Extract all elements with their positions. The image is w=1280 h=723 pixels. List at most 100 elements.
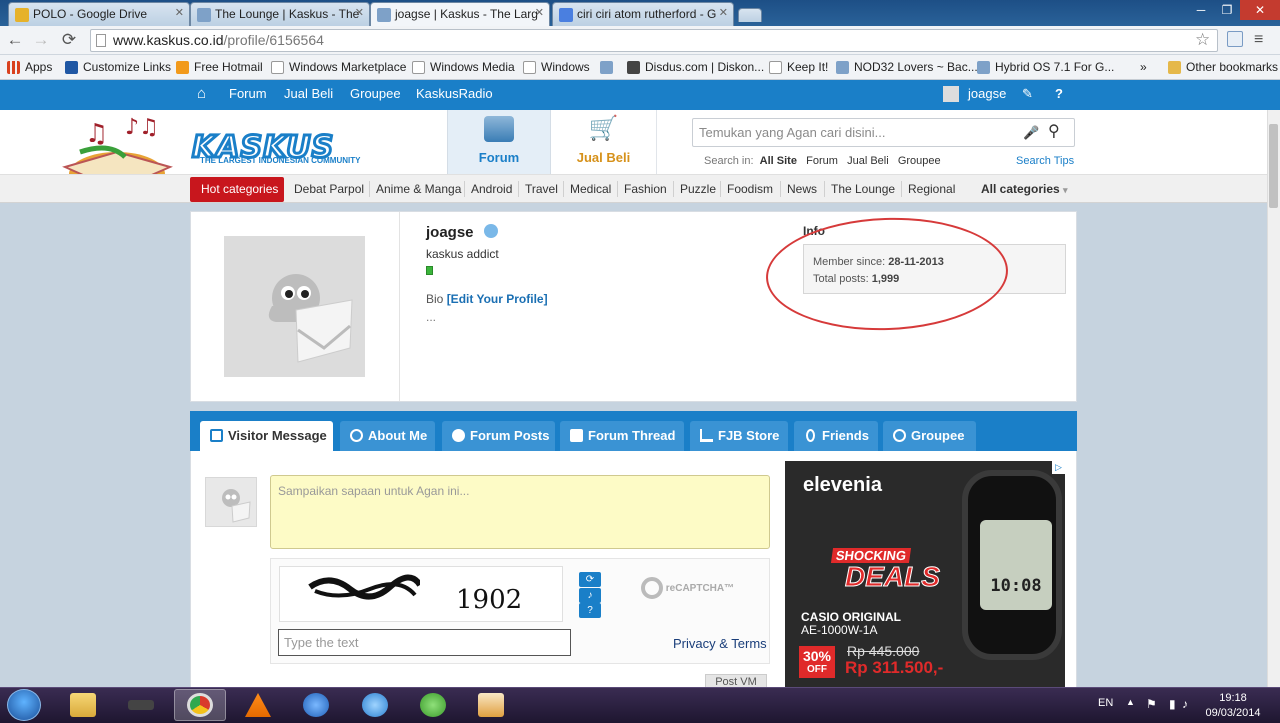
bookmark-item[interactable]: NOD32 Lovers ~ Bac... (836, 58, 978, 77)
close-icon[interactable]: ✕ (175, 6, 184, 19)
adchoices-icon[interactable]: ▷ (1052, 461, 1065, 474)
browser-tab-active[interactable]: joagse | Kaskus - The Larg ✕ (370, 2, 550, 26)
topnav-groupee[interactable]: Groupee (350, 80, 401, 110)
captcha-help-icon[interactable]: ? (579, 603, 601, 618)
refresh-captcha-icon[interactable]: ⟳ (579, 572, 601, 587)
tab-jualbeli-label: Jual Beli (576, 150, 631, 165)
category-item[interactable]: Anime & Manga (376, 175, 461, 203)
category-item[interactable]: Debat Parpol (294, 175, 364, 203)
recaptcha-logo: reCAPTCHA™ (641, 577, 734, 599)
new-tab-button[interactable] (738, 8, 762, 22)
back-icon[interactable]: ← (4, 30, 26, 52)
microphone-icon[interactable]: 🎤 (1023, 119, 1039, 146)
scrollbar-thumb[interactable] (1269, 124, 1278, 208)
address-bar[interactable]: www.kaskus.co.id/profile/6156564 (90, 29, 1218, 52)
visitor-message-textarea[interactable]: Sampaikan sapaan untuk Agan ini... (270, 475, 770, 549)
tab-jualbeli[interactable]: 🛒 Jual Beli (551, 110, 657, 174)
browser-tab[interactable]: ciri ciri atom rutherford - G ✕ (552, 2, 734, 26)
pencil-icon[interactable]: ✎ (1022, 80, 1033, 110)
search-input[interactable]: Temukan yang Agan cari disini... 🎤 ⚲ (692, 118, 1075, 147)
checkmark-app-icon[interactable] (478, 693, 504, 717)
browser-tab[interactable]: POLO - Google Drive ✕ (8, 2, 190, 26)
bookmark-item[interactable]: Keep It! (769, 58, 828, 77)
close-icon[interactable]: ✕ (355, 6, 364, 19)
bookmarks-overflow[interactable]: » (1140, 58, 1147, 77)
bookmark-item[interactable] (600, 58, 615, 77)
profile-rank: kaskus addict (426, 247, 499, 261)
tab-forum-thread[interactable]: Forum Thread (560, 421, 684, 451)
category-item[interactable]: Regional (908, 175, 955, 203)
category-item[interactable]: Foodism (727, 175, 773, 203)
privacy-terms-link[interactable]: Privacy & Terms (673, 636, 767, 651)
window-close-icon[interactable]: ✕ (1240, 0, 1280, 20)
forward-icon[interactable]: → (30, 30, 52, 52)
browser-tab[interactable]: The Lounge | Kaskus - The ✕ (190, 2, 370, 26)
bookmark-item[interactable]: Customize Links (65, 58, 171, 77)
scope-forum[interactable]: Forum (806, 155, 838, 167)
itunes-icon[interactable] (362, 693, 388, 717)
topnav-jualbeli[interactable]: Jual Beli (284, 80, 333, 110)
scope-jualbeli[interactable]: Jual Beli (847, 155, 889, 167)
thread-icon (570, 429, 583, 442)
windows-start-icon[interactable] (7, 689, 41, 721)
reload-icon[interactable]: ⟳ (58, 30, 80, 52)
action-center-icon[interactable]: ⚑ (1146, 697, 1157, 711)
bookmark-item[interactable]: Hybrid OS 7.1 For G... (977, 58, 1114, 77)
bookmark-item[interactable]: Windows Media (412, 58, 515, 77)
language-indicator[interactable]: EN (1098, 697, 1113, 709)
tab-forum-posts[interactable]: Forum Posts (442, 421, 555, 451)
tab-groupee[interactable]: Groupee (883, 421, 976, 451)
category-item[interactable]: News (787, 175, 817, 203)
search-icon[interactable]: ⚲ (1048, 118, 1060, 145)
user-avatar[interactable] (943, 86, 959, 102)
tab-fjb-store[interactable]: FJB Store (690, 421, 788, 451)
bookmark-item[interactable]: Free Hotmail (176, 58, 263, 77)
tab-about-me[interactable]: About Me (340, 421, 435, 451)
smiley-icon (483, 224, 498, 238)
topnav-forum[interactable]: Forum (229, 80, 267, 110)
user-menu[interactable]: joagse (968, 80, 1006, 110)
volume-icon[interactable]: ♪ (1182, 697, 1188, 711)
tab-title: joagse | Kaskus - The Larg (395, 7, 538, 21)
explorer-folder-icon[interactable] (70, 693, 96, 717)
bookmark-item[interactable]: Windows (523, 58, 590, 77)
captcha-input[interactable]: Type the text (278, 629, 571, 656)
edit-profile-link[interactable]: [Edit Your Profile] (447, 292, 548, 306)
tab-forum[interactable]: Forum (447, 110, 551, 174)
bookmark-item[interactable]: Windows Marketplace (271, 58, 406, 77)
other-bookmarks[interactable]: Other bookmarks (1168, 58, 1278, 77)
topnav-kaskusradio[interactable]: KaskusRadio (416, 80, 493, 110)
app-icon[interactable] (128, 700, 154, 710)
bookmark-item[interactable]: Disdus.com | Diskon... (627, 58, 764, 77)
category-item[interactable]: The Lounge (831, 175, 895, 203)
chrome-menu-icon[interactable]: ≡ (1254, 31, 1263, 49)
tab-visitor-message[interactable]: Visitor Message (200, 421, 333, 451)
audio-captcha-icon[interactable]: ♪ (579, 588, 601, 603)
maximize-icon[interactable]: ❐ (1214, 0, 1240, 20)
tab-friends[interactable]: Friends (794, 421, 878, 451)
close-icon[interactable]: ✕ (535, 6, 544, 19)
bookmark-star-icon[interactable]: ☆ (1195, 30, 1210, 50)
network-icon[interactable]: ▮ (1169, 697, 1176, 711)
help-icon[interactable]: ? (1055, 80, 1063, 110)
all-categories-dropdown[interactable]: All categories ▾ (981, 175, 1068, 203)
post-vm-button[interactable]: Post VM (705, 674, 767, 688)
home-icon[interactable]: ⌂ (197, 80, 206, 110)
search-tips-link[interactable]: Search Tips (1016, 155, 1074, 167)
hot-categories-button[interactable]: Hot categories (190, 177, 284, 202)
utorrent-icon[interactable] (420, 693, 446, 717)
extension-icon[interactable] (1227, 31, 1243, 47)
category-item[interactable]: Android (471, 175, 512, 203)
minimize-icon[interactable]: ─ (1188, 0, 1214, 20)
scope-groupee[interactable]: Groupee (898, 155, 941, 167)
category-item[interactable]: Medical (570, 175, 611, 203)
system-clock[interactable]: 19:18 09/03/2014 (1200, 691, 1266, 721)
lightning-app-icon[interactable] (303, 693, 329, 717)
category-item[interactable]: Fashion (624, 175, 667, 203)
close-icon[interactable]: ✕ (719, 6, 728, 19)
category-item[interactable]: Puzzle (680, 175, 716, 203)
bookmark-apps[interactable]: Apps (7, 58, 52, 77)
tray-expand-icon[interactable]: ▲ (1126, 697, 1135, 707)
scope-all-site[interactable]: All Site (760, 155, 797, 167)
category-item[interactable]: Travel (525, 175, 558, 203)
